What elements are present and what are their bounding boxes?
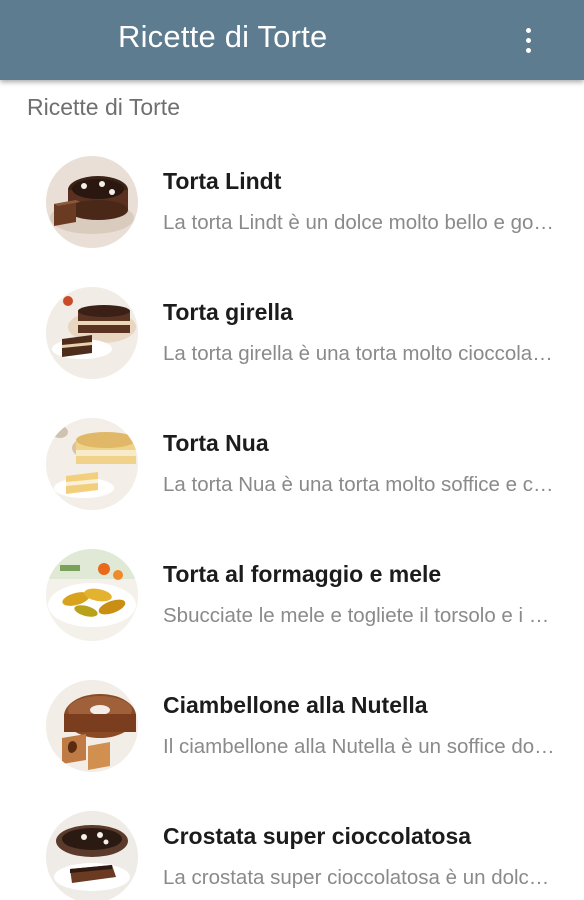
cream-cake-thumbnail: [46, 418, 138, 510]
app-bar: Ricette di Torte: [0, 0, 584, 80]
recipe-title: Torta Lindt: [163, 168, 282, 194]
recipe-description: La torta Nua è una torta molto soffice e…: [163, 473, 555, 496]
recipe-description: La torta girella è una torta molto ciocc…: [163, 342, 555, 365]
section-header: Ricette di Torte: [27, 94, 180, 120]
recipe-title: Torta Nua: [163, 430, 269, 456]
list-item[interactable]: Torta girella La torta girella è una tor…: [0, 271, 584, 402]
recipe-title: Crostata super cioccolatosa: [163, 823, 472, 849]
chocolate-cake-thumbnail: [46, 156, 138, 248]
chocolate-tart-thumbnail: [46, 811, 138, 900]
recipe-description: La torta Lindt è un dolce molto bello e …: [163, 211, 555, 234]
recipe-description: Il ciambellone alla Nutella è un soffice…: [163, 735, 555, 758]
list-item[interactable]: Ciambellone alla Nutella Il ciambellone …: [0, 664, 584, 795]
swirl-cake-thumbnail: [46, 287, 138, 379]
list-item[interactable]: Torta al formaggio e mele Sbucciate le m…: [0, 533, 584, 664]
list-item[interactable]: Torta Lindt La torta Lindt è un dolce mo…: [0, 140, 584, 271]
recipe-description: La crostata super cioccolatosa è un dolc…: [163, 866, 555, 889]
more-vert-icon[interactable]: [510, 20, 546, 60]
list-item[interactable]: Crostata super cioccolatosa La crostata …: [0, 795, 584, 900]
recipe-list: Torta Lindt La torta Lindt è un dolce mo…: [0, 140, 584, 900]
apple-cheese-cake-thumbnail: [46, 549, 138, 641]
recipe-title: Torta girella: [163, 299, 293, 325]
nutella-bundt-cake-thumbnail: [46, 680, 138, 772]
recipe-title: Ciambellone alla Nutella: [163, 692, 428, 718]
list-item[interactable]: Torta Nua La torta Nua è una torta molto…: [0, 402, 584, 533]
recipe-description: Sbucciate le mele e togliete il torsolo …: [163, 604, 555, 627]
recipe-title: Torta al formaggio e mele: [163, 561, 442, 587]
app-title: Ricette di Torte: [118, 19, 328, 54]
